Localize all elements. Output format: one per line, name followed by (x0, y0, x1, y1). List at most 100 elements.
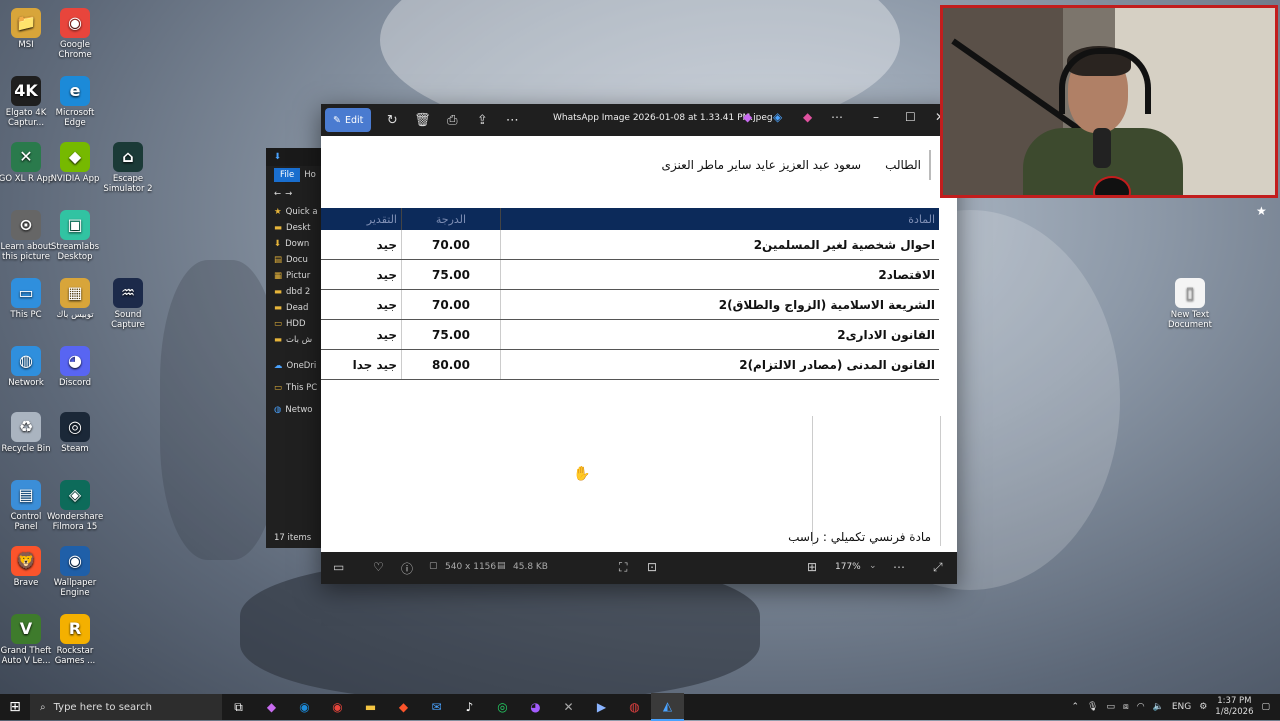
clock[interactable]: 1:37 PM 1/8/2026 (1215, 696, 1253, 718)
explorer-nav-item[interactable]: ☁OneDri (266, 358, 326, 374)
back-arrow-icon[interactable]: ← (274, 189, 281, 199)
file-menu[interactable]: File (274, 168, 300, 182)
designer-icon[interactable]: ◈ (773, 110, 782, 124)
forward-arrow-icon[interactable]: → (285, 189, 292, 199)
desktop-icon[interactable]: eMicrosoft Edge (47, 76, 103, 128)
file-explorer-window[interactable]: ⬇ File Ho ← → ★Quick a▬Deskt⬇Down▤Docu▦P… (266, 148, 326, 548)
settings-tray-icon[interactable]: ⚙ (1199, 702, 1207, 712)
desktop-icon[interactable]: ◎Steam (47, 412, 103, 454)
minimize-button[interactable]: – (873, 110, 879, 124)
language-indicator[interactable]: ENG (1172, 702, 1191, 712)
zoom-level[interactable]: 177% (835, 562, 861, 572)
delete-icon[interactable]: 🗑 (409, 107, 435, 133)
desktop-icon[interactable]: ▤Control Panel (0, 480, 54, 532)
taskbar-search[interactable]: ⌕ Type here to search (30, 694, 222, 720)
info-icon[interactable]: ⓘ (401, 560, 413, 577)
explorer-nav-item[interactable]: ▭HDD (266, 316, 326, 332)
task-view-icon[interactable]: ⧉ (222, 694, 255, 720)
file-explorer-taskbar-icon[interactable]: ▬ (354, 694, 387, 720)
copilot-icon[interactable]: ◆ (743, 110, 752, 124)
more-options-icon[interactable]: ⋯ (499, 107, 525, 133)
fullscreen-icon[interactable]: ⤢ (933, 560, 943, 575)
whatsapp-taskbar-icon[interactable]: ◎ (486, 694, 519, 720)
photos-viewer-window[interactable]: ✎ Edit ↻ 🗑 ⎙ ⇪ ⋯ WhatsApp Image 2026-01-… (321, 104, 957, 584)
desktop-icon-label: Elgato 4K Captur... (0, 108, 54, 128)
share-icon[interactable]: ⇪ (469, 107, 495, 133)
notification-icon[interactable]: ▢ (1261, 702, 1270, 712)
table-row: القانون المدنى (مصادر الالتزام)280.00جيد… (321, 350, 939, 380)
desktop-icon-label: GO XL R App (0, 174, 54, 184)
desktop-icon[interactable]: ⊙Learn about this picture (0, 210, 54, 262)
chevron-down-icon[interactable]: ⌄ (869, 561, 877, 571)
xbox-taskbar-icon[interactable]: ✕ (552, 694, 585, 720)
explorer-nav-item[interactable]: ▬dbd 2 (266, 284, 326, 300)
media-player-taskbar-icon[interactable]: ▶ (585, 694, 618, 720)
fit-icon[interactable]: ⛶ (619, 560, 627, 575)
desktop-icon[interactable]: ▣Streamlabs Desktop (47, 210, 103, 262)
desktop-icon[interactable]: ▭This PC (0, 278, 54, 320)
explorer-nav-item[interactable]: ◍Netwo (266, 402, 326, 418)
volume-icon[interactable]: 🔈 (1153, 702, 1164, 712)
explorer-nav-item[interactable]: ▬Deskt (266, 220, 326, 236)
explorer-nav-item[interactable]: ▬ش بات (266, 332, 326, 348)
overflow-icon[interactable]: ⋯ (831, 110, 843, 124)
desktop-icon[interactable]: 4KElgato 4K Captur... (0, 76, 54, 128)
chevron-up-icon[interactable]: ⌃ (1072, 702, 1080, 712)
windows-start-icon[interactable]: ⊞ (0, 694, 30, 720)
mic-tray-icon[interactable]: 🎙 (1087, 702, 1098, 712)
copilot-taskbar-icon[interactable]: ◆ (255, 694, 288, 720)
chrome-taskbar-icon[interactable]: ◉ (321, 694, 354, 720)
desktop-icon[interactable]: ♻Recycle Bin (0, 412, 54, 454)
image-canvas[interactable]: الطالب سعود عبد العزيز عايد ساير ماطر ال… (321, 136, 957, 552)
mail-taskbar-icon[interactable]: ✉ (420, 694, 453, 720)
desktop-icon[interactable]: ⌂Escape Simulator 2 (100, 142, 156, 194)
viewer-titlebar[interactable]: ✎ Edit ↻ 🗑 ⎙ ⇪ ⋯ WhatsApp Image 2026-01-… (321, 104, 957, 136)
folder-icon: ▭ (274, 383, 282, 393)
display-tray-icon[interactable]: ⧈ (1123, 702, 1129, 712)
explorer-titlebar[interactable]: ⬇ (266, 148, 326, 166)
desktop-icon[interactable]: ◉Google Chrome (47, 8, 103, 60)
explorer-nav-item[interactable]: ▦Pictur (266, 268, 326, 284)
rotate-icon[interactable]: ↻ (379, 107, 405, 133)
desktop-icon[interactable]: RRockstar Games ... (47, 614, 103, 666)
brave-taskbar-icon[interactable]: ◆ (387, 694, 420, 720)
desktop-icon[interactable]: ▦توبيس باك (47, 278, 103, 320)
explorer-nav-item[interactable]: ▭This PC (266, 380, 326, 396)
print-icon[interactable]: ⎙ (439, 107, 465, 133)
desktop-icon[interactable]: ▯New Text Document (1162, 278, 1218, 330)
explorer-nav-label: Down (285, 239, 309, 249)
messenger-taskbar-icon[interactable]: ◕ (519, 694, 552, 720)
desktop-icon[interactable]: 🦁Brave (0, 546, 54, 588)
edge-taskbar-icon[interactable]: ◉ (288, 694, 321, 720)
maximize-button[interactable]: ☐ (905, 110, 916, 124)
explorer-nav-item[interactable]: ▬Dead (266, 300, 326, 316)
home-menu[interactable]: Ho (304, 170, 316, 180)
star-icon[interactable]: ★ (1256, 204, 1267, 218)
desktop-icon[interactable]: ◉Wallpaper Engine (47, 546, 103, 598)
clipchamp-icon[interactable]: ◆ (803, 110, 812, 124)
explorer-nav-item[interactable]: ▤Docu (266, 252, 326, 268)
desktop-icon[interactable]: ◍Network (0, 346, 54, 388)
desktop-icon[interactable]: ◆NVIDIA App (47, 142, 103, 184)
student-divider (929, 150, 931, 180)
favorite-icon[interactable]: ♡ (373, 560, 384, 574)
fit-window-icon[interactable]: ⊞ (807, 560, 817, 574)
explorer-nav-item[interactable]: ★Quick a (266, 204, 326, 220)
tiktok-taskbar-icon[interactable]: ♪ (453, 694, 486, 720)
more-icon[interactable]: ⋯ (893, 560, 905, 574)
desktop-icon[interactable]: 📁MSI (0, 8, 54, 50)
desktop-icon[interactable]: ◈Wondershare Filmora 15 (47, 480, 103, 532)
desktop-icon[interactable]: ✕GO XL R App (0, 142, 54, 184)
explorer-nav-item[interactable]: ⬇Down (266, 236, 326, 252)
photos-taskbar-icon[interactable]: ◭ (651, 693, 684, 721)
explorer-nav[interactable]: ← → (266, 184, 326, 204)
actual-size-icon[interactable]: ⊡ (647, 560, 657, 574)
wifi-icon[interactable]: ◠ (1137, 702, 1145, 712)
network-tray-icon[interactable]: ▭ (1106, 702, 1115, 712)
desktop-icon[interactable]: VGrand Theft Auto V Le... (0, 614, 54, 666)
desktop-icon[interactable]: ◕Discord (47, 346, 103, 388)
edit-button[interactable]: ✎ Edit (325, 108, 371, 132)
filmstrip-icon[interactable]: ▭ (333, 560, 344, 574)
obs-taskbar-icon[interactable]: ◍ (618, 694, 651, 720)
desktop-icon[interactable]: ♒Sound Capture (100, 278, 156, 330)
